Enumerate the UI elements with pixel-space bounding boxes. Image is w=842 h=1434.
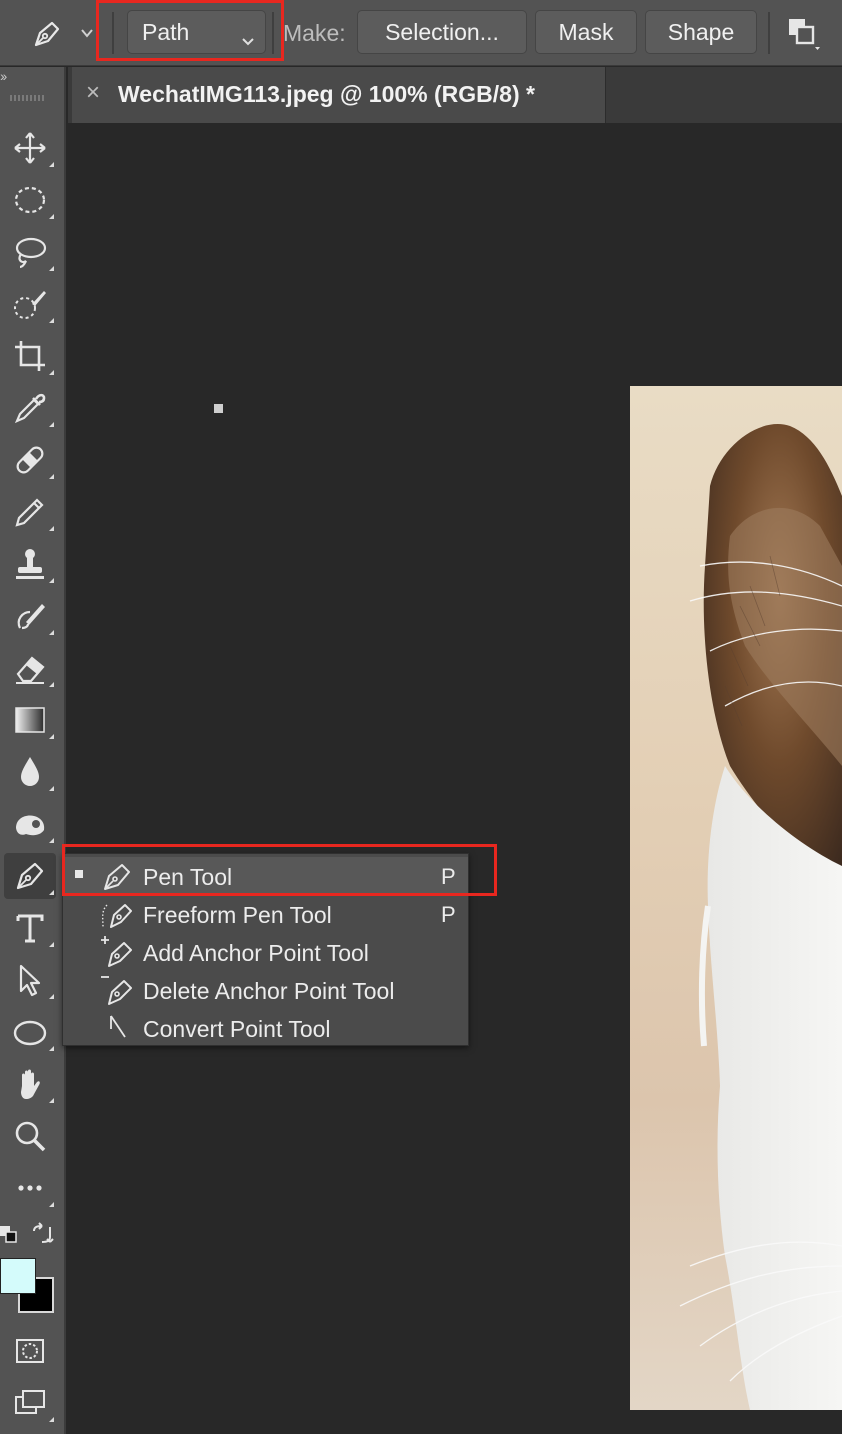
dodge-tool[interactable] xyxy=(4,801,56,847)
pencil-icon xyxy=(15,498,44,527)
eyedropper-icon xyxy=(14,393,46,424)
ellipse-marquee-icon xyxy=(14,186,46,214)
move-tool[interactable] xyxy=(4,125,56,171)
screen-mode-button[interactable] xyxy=(4,1380,56,1426)
menu-item-add-anchor-point-tool[interactable]: Add Anchor Point Tool xyxy=(63,933,468,971)
cat-photo xyxy=(630,386,842,1410)
screen-mode-icon xyxy=(15,1390,45,1414)
type-icon xyxy=(16,914,44,943)
gradient-tool[interactable] xyxy=(4,697,56,743)
pen-icon xyxy=(16,862,44,890)
eyedropper-tool[interactable] xyxy=(4,385,56,431)
make-label: Make: xyxy=(283,20,346,46)
healing-brush-tool[interactable] xyxy=(4,437,56,483)
brush-tool[interactable] xyxy=(4,489,56,535)
crop-tool[interactable] xyxy=(4,333,56,379)
collapse-panel-icon[interactable]: ›› xyxy=(0,68,7,84)
more-tools[interactable] xyxy=(4,1165,56,1211)
crop-icon xyxy=(15,341,45,371)
path-selection-tool[interactable] xyxy=(4,957,56,1003)
clone-stamp-tool[interactable] xyxy=(4,541,56,587)
make-mask-button[interactable]: Mask xyxy=(535,10,637,54)
menu-item-label: Add Anchor Point Tool xyxy=(143,940,369,966)
document-tab[interactable]: × WechatIMG113.jpeg @ 100% (RGB/8) * xyxy=(72,67,606,123)
type-tool[interactable] xyxy=(4,905,56,951)
make-shape-button[interactable]: Shape xyxy=(645,10,757,54)
zoom-icon xyxy=(15,1121,46,1152)
eraser-icon xyxy=(16,656,45,684)
divider xyxy=(768,12,770,54)
menu-item-freeform-pen-tool[interactable]: Freeform Pen Tool P xyxy=(63,895,468,933)
quick-selection-tool[interactable] xyxy=(4,281,56,327)
more-icon xyxy=(18,1185,42,1191)
foreground-color-swatch[interactable] xyxy=(0,1258,36,1294)
path-operations-icon[interactable] xyxy=(786,16,822,52)
chevron-down-icon[interactable] xyxy=(80,26,94,40)
convert-point-icon xyxy=(99,1011,135,1045)
default-colors-icon[interactable] xyxy=(0,1226,20,1246)
lasso-icon xyxy=(15,237,47,269)
bandage-icon xyxy=(16,446,44,474)
hand-tool[interactable] xyxy=(4,1061,56,1107)
history-brush-icon xyxy=(17,604,45,630)
history-brush-tool[interactable] xyxy=(4,593,56,639)
dodge-icon xyxy=(16,815,45,836)
menu-item-label: Convert Point Tool xyxy=(143,1016,331,1042)
zoom-tool[interactable] xyxy=(4,1113,56,1159)
droplet-icon xyxy=(21,757,39,786)
ellipse-icon xyxy=(13,1020,47,1046)
add-anchor-point-icon xyxy=(99,935,135,969)
swap-colors-icon[interactable] xyxy=(30,1222,54,1246)
path-mode-highlight xyxy=(96,0,284,61)
make-selection-button[interactable]: Selection... xyxy=(357,10,527,54)
arrow-icon xyxy=(19,964,41,997)
close-icon[interactable]: × xyxy=(86,79,100,107)
menu-item-label: Freeform Pen Tool xyxy=(143,902,332,928)
menu-item-delete-anchor-point-tool[interactable]: Delete Anchor Point Tool xyxy=(63,971,468,1009)
pen-tool-highlight xyxy=(62,844,497,896)
marquee-tool[interactable] xyxy=(4,177,56,223)
stamp-icon xyxy=(16,549,44,579)
pen-icon[interactable] xyxy=(30,17,64,51)
lasso-tool[interactable] xyxy=(4,229,56,275)
hand-icon xyxy=(21,1069,40,1099)
panel-grip[interactable] xyxy=(10,95,46,101)
blur-tool[interactable] xyxy=(4,749,56,795)
anchor-point[interactable] xyxy=(214,404,223,413)
quick-selection-icon xyxy=(14,291,46,319)
freeform-pen-icon xyxy=(99,897,135,931)
gradient-icon xyxy=(15,707,45,733)
menu-item-shortcut: P xyxy=(441,902,456,927)
pen-tool[interactable] xyxy=(4,853,56,899)
move-icon xyxy=(14,132,46,164)
document-title: WechatIMG113.jpeg @ 100% (RGB/8) * xyxy=(118,81,535,107)
menu-item-label: Delete Anchor Point Tool xyxy=(143,978,395,1004)
quick-mask-button[interactable] xyxy=(4,1328,56,1374)
quick-mask-icon xyxy=(16,1339,44,1363)
delete-anchor-point-icon xyxy=(99,973,135,1007)
eraser-tool[interactable] xyxy=(4,645,56,691)
menu-item-convert-point-tool[interactable]: Convert Point Tool xyxy=(63,1009,468,1047)
ellipse-tool[interactable] xyxy=(4,1009,56,1055)
document-tab-bar: × WechatIMG113.jpeg @ 100% (RGB/8) * xyxy=(68,67,842,123)
